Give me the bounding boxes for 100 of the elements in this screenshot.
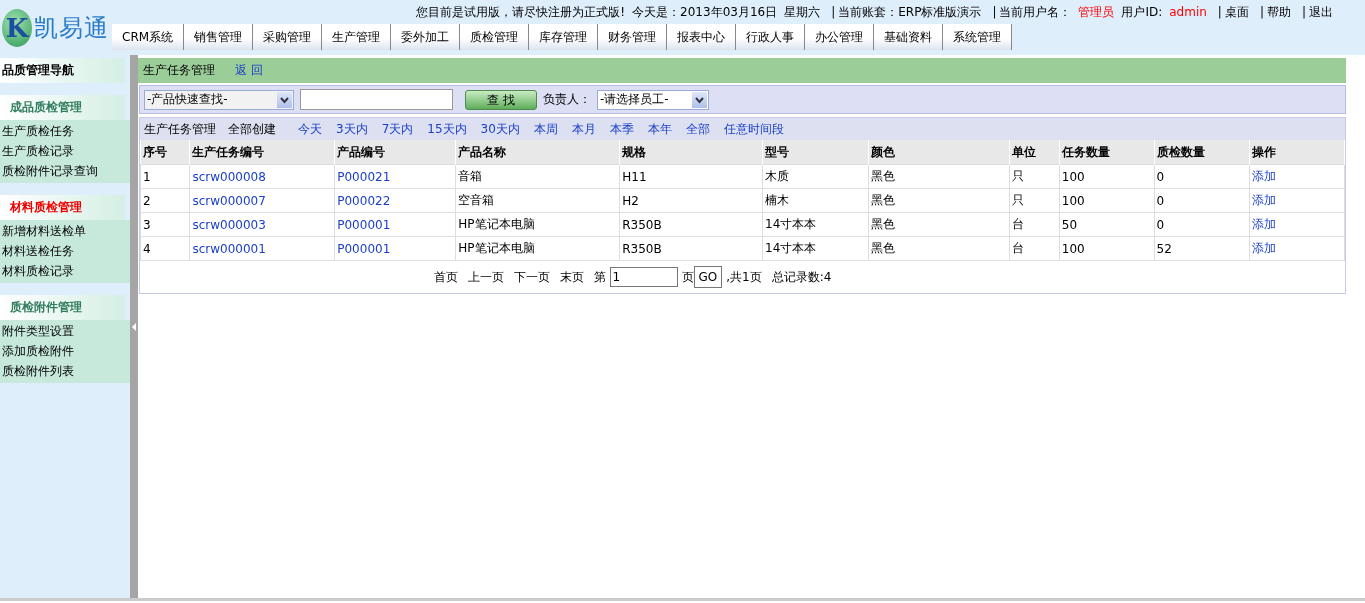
sidebar-item[interactable]: 添加质检附件 (0, 341, 130, 361)
nav-tab[interactable]: 库存管理 (529, 24, 599, 50)
nav-tab[interactable]: CRM系统 (112, 24, 185, 50)
header-link[interactable]: 桌面 (1224, 3, 1249, 21)
pager-link[interactable]: 首页 (433, 268, 458, 286)
column-header: 操作 (1249, 140, 1345, 165)
date-filter-link[interactable]: 本季 (609, 120, 634, 138)
sidebar-item[interactable]: 附件类型设置 (0, 321, 130, 341)
column-header: 产品名称 (455, 140, 620, 165)
table-cell: 14寸本本 (762, 212, 869, 237)
page-input[interactable]: 1 (609, 267, 678, 287)
table-link[interactable]: 添加 (1251, 169, 1276, 183)
table-cell: 台 (1009, 212, 1060, 237)
table-link[interactable]: 添加 (1251, 193, 1276, 207)
table-cell: 只 (1009, 164, 1060, 189)
separator: | (1217, 5, 1222, 19)
pager-link[interactable]: 上一页 (467, 268, 504, 286)
separator: | (831, 5, 836, 19)
pager-link[interactable]: 下一页 (513, 268, 550, 286)
date-filter-link[interactable]: 任意时间段 (723, 120, 784, 138)
owner-label: 负责人： (543, 91, 591, 108)
table-cell: 黑色 (868, 164, 1010, 189)
nav-tab[interactable]: 报表中心 (667, 24, 737, 50)
table-cell: 黑色 (868, 188, 1010, 213)
sidebar-item[interactable]: 新增材料送检单 (0, 221, 130, 241)
table-cell: 3 (140, 212, 190, 237)
pager-link[interactable]: 末页 (559, 268, 584, 286)
header-link[interactable]: 帮助 (1266, 3, 1291, 21)
table-cell: 0 (1154, 212, 1250, 237)
table-cell: 黑色 (868, 212, 1010, 237)
header-info: 当前账套：ERP标准版演示 (838, 3, 982, 21)
table-cell: 2 (140, 188, 190, 213)
nav-tab[interactable]: 质检管理 (460, 24, 530, 50)
column-header: 型号 (762, 140, 869, 165)
collapse-arrow-icon[interactable] (132, 322, 136, 331)
column-header: 质检数量 (1154, 140, 1250, 165)
section-heading: 质检附件管理 (0, 295, 125, 320)
date-filter-link[interactable]: 本月 (571, 120, 596, 138)
sidebar-item[interactable]: 质检附件记录查询 (0, 161, 130, 181)
table-cell: 台 (1009, 236, 1060, 261)
date-filter-link[interactable]: 今天 (298, 120, 322, 138)
product-select[interactable]: -产品快速查找- (144, 89, 294, 110)
column-header: 序号 (140, 140, 190, 165)
back-link[interactable]: 返 回 (235, 62, 263, 79)
table-cell: 木质 (762, 164, 869, 189)
nav-tab[interactable]: 财务管理 (598, 24, 668, 50)
table-cell: 0 (1154, 164, 1250, 189)
sidebar-item[interactable]: 材料送检任务 (0, 241, 130, 261)
nav-tab[interactable]: 销售管理 (184, 24, 254, 50)
logo-mark: K (2, 8, 32, 47)
table-cell: 100 (1059, 188, 1155, 213)
owner-select[interactable]: -请选择员工- (597, 89, 709, 110)
column-header: 单位 (1009, 140, 1060, 165)
nav-tab[interactable]: 委外加工 (391, 24, 461, 50)
date-filter-link[interactable]: 全部 (685, 120, 710, 138)
date-filter-link[interactable]: 本周 (533, 120, 558, 138)
page-title: 生产任务管理 (143, 62, 215, 79)
section-heading: 材料质检管理 (0, 195, 125, 220)
header-info: 星期六 (784, 3, 821, 21)
nav-tab[interactable]: 基础资料 (874, 24, 944, 50)
date-filter-link[interactable]: 3天内 (336, 120, 368, 138)
page-label: 页 (681, 268, 694, 286)
sidebar-item[interactable]: 生产质检记录 (0, 141, 130, 161)
date-filter-link[interactable]: 15天内 (427, 120, 467, 138)
sidebar-item[interactable]: 生产质检任务 (0, 121, 130, 141)
nav-tab[interactable]: 生产管理 (322, 24, 392, 50)
find-button[interactable]: 查 找 (465, 89, 537, 110)
date-filter-link[interactable]: 本年 (647, 120, 672, 138)
user-value: 管理员 (1078, 3, 1115, 21)
header-link[interactable]: 退出 (1309, 3, 1333, 21)
column-header: 任务数量 (1059, 140, 1155, 165)
table-cell: 100 (1059, 164, 1155, 189)
search-field[interactable] (300, 89, 453, 110)
table-cell: 4 (140, 236, 190, 261)
date-filter-link[interactable]: 30天内 (480, 120, 520, 138)
table-cell: 100 (1059, 236, 1155, 261)
nav-tab[interactable]: 系统管理 (943, 24, 1013, 50)
header-info: 您目前是试用版，请尽快注册为正式版! (416, 3, 626, 21)
nav-tab[interactable]: 办公管理 (805, 24, 875, 50)
separator: | (992, 5, 997, 19)
filter-label: 生产任务管理 (144, 120, 216, 138)
table-cell: 黑色 (868, 236, 1010, 261)
total-pages: ,共1页 (726, 268, 762, 286)
table-link[interactable]: 添加 (1251, 241, 1276, 255)
go-button[interactable]: GO (693, 266, 723, 288)
sidebar-item[interactable]: 材料质检记录 (0, 261, 130, 281)
table-cell: 50 (1059, 212, 1155, 237)
table-link[interactable]: 添加 (1251, 217, 1276, 231)
nav-tab[interactable]: 采购管理 (253, 24, 323, 50)
table-cell: H2 (619, 188, 763, 213)
table-cell: H11 (619, 164, 763, 189)
sidebar-item[interactable]: 质检附件列表 (0, 361, 130, 381)
table-cell: 1 (140, 164, 190, 189)
logo-text: 凯易通 (34, 12, 109, 44)
nav-tab[interactable]: 行政人事 (736, 24, 806, 50)
column-header: 产品编号 (334, 140, 456, 165)
sidebar-title: 品质管理导航 (0, 58, 125, 83)
date-filter-link[interactable]: 7天内 (381, 120, 414, 138)
filter-label: 全部创建 (228, 120, 276, 138)
table-cell: 14寸本本 (762, 236, 869, 261)
